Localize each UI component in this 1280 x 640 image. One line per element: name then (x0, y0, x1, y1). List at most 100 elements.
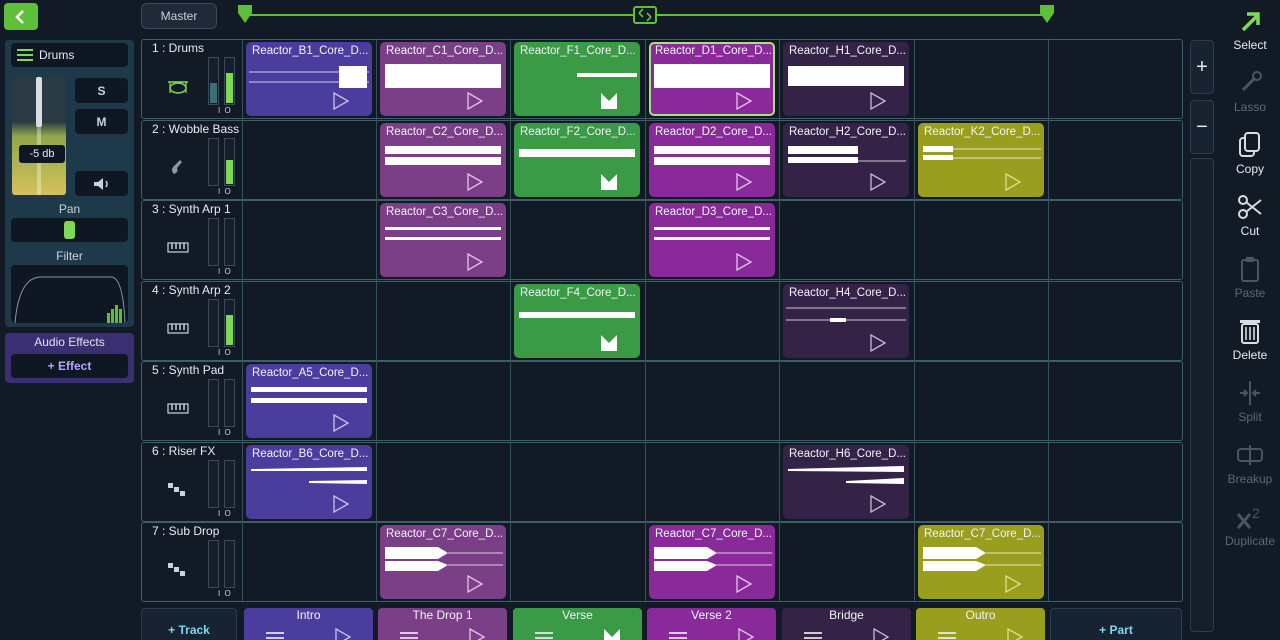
clip[interactable]: Reactor_C7_Core_D... (649, 525, 775, 599)
play-icon[interactable] (334, 628, 352, 640)
copy-tool[interactable]: Copy (1222, 126, 1278, 184)
zoom-out-button[interactable]: − (1190, 100, 1214, 154)
selected-track-selector[interactable]: Drums (11, 43, 128, 67)
track-name[interactable]: 7 : Sub Drop (152, 524, 219, 538)
clip[interactable]: Reactor_C7_Core_D... (380, 525, 506, 599)
play-icon[interactable] (737, 628, 755, 640)
zoom-in-button[interactable]: + (1190, 40, 1214, 94)
volume-fader-handle[interactable] (36, 77, 42, 127)
play-icon[interactable] (468, 628, 486, 640)
play-icon[interactable] (869, 92, 887, 110)
play-icon[interactable] (332, 414, 350, 432)
play-icon[interactable] (872, 628, 890, 640)
play-icon[interactable] (1004, 173, 1022, 191)
stop-clip-icon[interactable] (600, 173, 618, 191)
select-tool[interactable]: Select (1222, 2, 1278, 60)
play-icon[interactable] (466, 575, 484, 593)
loop-icon[interactable] (633, 6, 657, 24)
part-the-drop-1[interactable]: The Drop 1 (378, 608, 507, 640)
play-icon[interactable] (332, 92, 350, 110)
pan-knob[interactable] (64, 221, 75, 239)
clip[interactable]: Reactor_F2_Core_D... (514, 123, 640, 197)
part-menu-icon[interactable] (938, 632, 956, 640)
loop-start-marker[interactable] (238, 5, 252, 23)
paste-tool[interactable]: Paste (1222, 250, 1278, 308)
clip[interactable]: Reactor_K2_Core_D... (918, 123, 1044, 197)
play-icon[interactable] (332, 495, 350, 513)
add-effect-button[interactable]: + Effect (11, 354, 128, 378)
play-icon[interactable] (869, 334, 887, 352)
back-button[interactable] (4, 3, 38, 30)
play-icon[interactable] (466, 92, 484, 110)
part-menu-icon[interactable] (400, 632, 418, 640)
loop-end-marker[interactable] (1040, 5, 1054, 23)
play-icon[interactable] (735, 92, 753, 110)
part-verse-2[interactable]: Verse 2 (647, 608, 776, 640)
play-icon[interactable] (735, 575, 753, 593)
part-bridge[interactable]: Bridge (782, 608, 911, 640)
add-part-button[interactable]: + Part (1050, 608, 1182, 640)
clip[interactable]: Reactor_H2_Core_D... (783, 123, 909, 197)
clip[interactable]: Reactor_F4_Core_D... (514, 284, 640, 358)
pan-slider[interactable] (11, 218, 128, 242)
part-outro[interactable]: Outro (916, 608, 1045, 640)
part-menu-icon[interactable] (535, 632, 553, 640)
filter-display[interactable] (11, 265, 128, 323)
part-menu-icon[interactable] (804, 632, 822, 640)
play-icon[interactable] (869, 173, 887, 191)
clip[interactable]: Reactor_A5_Core_D... (246, 364, 372, 438)
lasso-tool[interactable]: Lasso (1222, 64, 1278, 122)
clip[interactable]: Reactor_C1_Core_D... (380, 42, 506, 116)
master-button[interactable]: Master (141, 3, 217, 29)
clip[interactable]: Reactor_F1_Core_D... (514, 42, 640, 116)
clip[interactable]: Reactor_B6_Core_D... (246, 445, 372, 519)
clip[interactable]: Reactor_D3_Core_D... (649, 203, 775, 277)
clip-name: Reactor_A5_Core_D... (252, 367, 369, 379)
column-divider (1048, 39, 1049, 601)
stop-clip-icon[interactable] (600, 92, 618, 110)
clip[interactable]: Reactor_C3_Core_D... (380, 203, 506, 277)
play-icon[interactable] (1006, 628, 1024, 640)
cut-tool[interactable]: Cut (1222, 188, 1278, 246)
track-name[interactable]: 5 : Synth Pad (152, 363, 224, 377)
part-intro[interactable]: Intro (244, 608, 373, 640)
play-icon[interactable] (1004, 575, 1022, 593)
part-verse[interactable]: Verse (513, 608, 642, 640)
clip[interactable]: Reactor_C2_Core_D... (380, 123, 506, 197)
breakup-tool[interactable]: Breakup (1222, 436, 1278, 494)
track-name[interactable]: 1 : Drums (152, 41, 204, 55)
solo-button[interactable]: S (75, 78, 128, 103)
clip-waveform (519, 149, 635, 157)
part-menu-icon[interactable] (669, 632, 687, 640)
clip[interactable]: Reactor_H6_Core_D... (783, 445, 909, 519)
duplicate-tool[interactable]: 2 Duplicate (1222, 498, 1278, 556)
delete-tool[interactable]: Delete (1222, 312, 1278, 370)
play-icon[interactable] (466, 253, 484, 271)
stop-part-icon[interactable] (603, 628, 621, 640)
clip[interactable]: Reactor_D2_Core_D... (649, 123, 775, 197)
clip-name: Reactor_C7_Core_D... (924, 528, 1041, 540)
play-icon[interactable] (466, 173, 484, 191)
split-tool[interactable]: Split (1222, 374, 1278, 432)
part-menu-icon[interactable] (266, 632, 284, 640)
play-icon[interactable] (735, 253, 753, 271)
volume-fader[interactable]: -5 db (12, 77, 66, 195)
play-icon[interactable] (869, 495, 887, 513)
track-name[interactable]: 4 : Synth Arp 2 (152, 283, 231, 297)
track-name[interactable]: 2 : Wobble Bass (152, 122, 239, 136)
track-name[interactable]: 6 : Riser FX (152, 444, 215, 458)
play-icon[interactable] (735, 173, 753, 191)
vertical-scrollbar[interactable] (1190, 158, 1214, 632)
loop-timeline[interactable] (238, 3, 1058, 29)
clip[interactable]: Reactor_H4_Core_D... (783, 284, 909, 358)
clip-selected[interactable]: Reactor_D1_Core_D... (649, 42, 775, 116)
track-name[interactable]: 3 : Synth Arp 1 (152, 202, 231, 216)
add-track-button[interactable]: + Track (141, 608, 237, 640)
clip[interactable]: Reactor_H1_Core_D... (783, 42, 909, 116)
mute-button[interactable]: M (75, 109, 128, 134)
stop-clip-icon[interactable] (600, 334, 618, 352)
clip[interactable]: Reactor_C7_Core_D... (918, 525, 1044, 599)
clip[interactable]: Reactor_B1_Core_D... (246, 42, 372, 116)
monitor-speaker-button[interactable] (75, 171, 128, 196)
clip-waveform (654, 64, 770, 88)
